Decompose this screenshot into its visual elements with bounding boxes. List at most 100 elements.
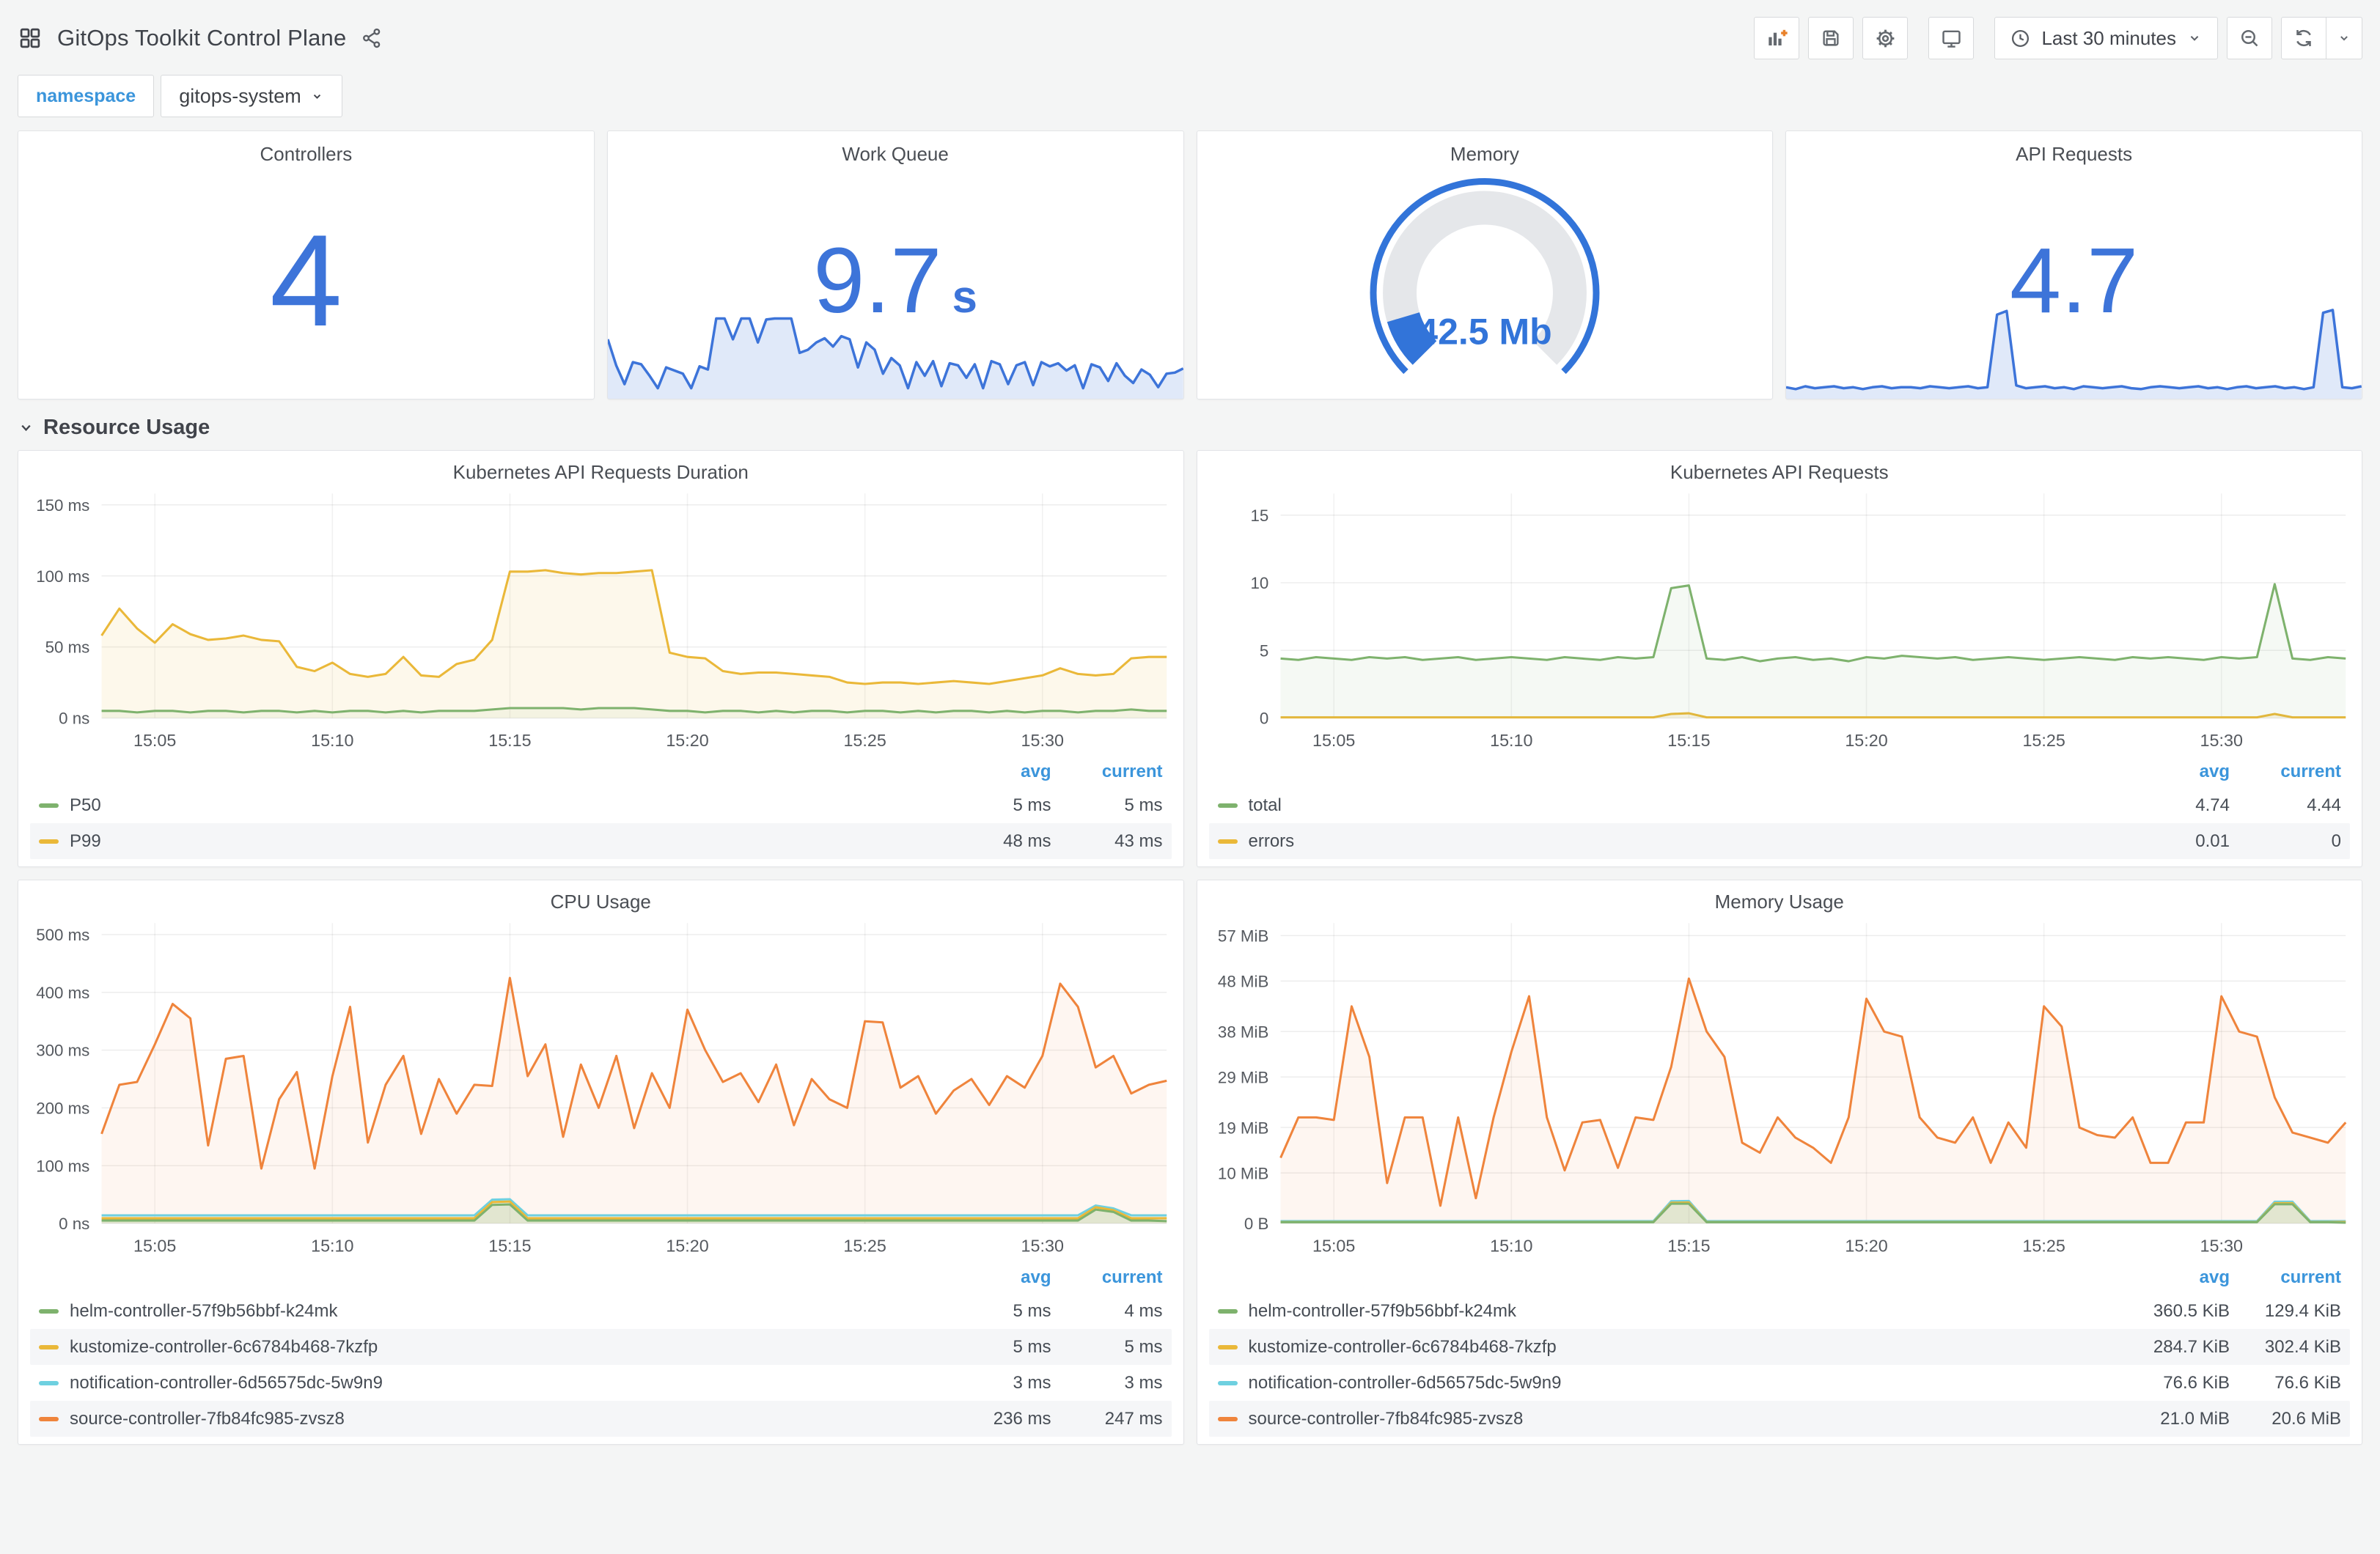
- series-color-swatch: [1217, 1308, 1238, 1314]
- panel-title[interactable]: Memory: [1197, 131, 1773, 165]
- series-name[interactable]: P99: [70, 831, 940, 852]
- panel-title[interactable]: CPU Usage: [18, 880, 1183, 913]
- cycle-view-mode-button[interactable]: [1928, 17, 1975, 59]
- series-name[interactable]: notification-controller-6d56575dc-5w9n9: [1249, 1373, 2119, 1393]
- legend-sort-avg[interactable]: avg: [2118, 762, 2230, 782]
- svg-text:38 MiB: 38 MiB: [1217, 1023, 1268, 1042]
- legend-sort-avg[interactable]: avg: [2118, 1267, 2230, 1288]
- svg-text:15:20: 15:20: [666, 731, 708, 750]
- svg-text:15:20: 15:20: [666, 1237, 708, 1256]
- series-avg: 21.0 MiB: [2160, 1408, 2230, 1429]
- panel-memory-usage: Memory Usage 15:05 15:10 15:15 15:20 15:25 15…: [1196, 880, 2362, 1446]
- legend-header: avg current: [30, 1262, 1172, 1293]
- controllers-value: 4: [269, 207, 342, 354]
- add-panel-button[interactable]: [1754, 17, 1800, 59]
- series-name[interactable]: notification-controller-6d56575dc-5w9n9: [70, 1373, 940, 1393]
- series-name[interactable]: errors: [1249, 831, 2119, 852]
- panel-api-requests: API Requests 4.7: [1785, 130, 2362, 399]
- series-name[interactable]: helm-controller-57f9b56bbf-k24mk: [70, 1301, 940, 1322]
- legend-row: errors 0.01 0: [1208, 823, 2350, 860]
- series-color-swatch: [39, 1380, 59, 1385]
- series-name[interactable]: kustomize-controller-6c6784b468-7kzfp: [70, 1337, 940, 1358]
- panel-title[interactable]: API Requests: [1786, 131, 2362, 165]
- series-current: 20.6 MiB: [2271, 1408, 2341, 1429]
- svg-text:15:15: 15:15: [1667, 731, 1710, 750]
- legend-row: helm-controller-57f9b56bbf-k24mk 360.5 Ki…: [1209, 1293, 2351, 1329]
- apps-icon[interactable]: [18, 26, 43, 51]
- legend-header: avg current: [30, 756, 1172, 787]
- panel-cpu-usage: CPU Usage 15:05 15:10 15:15 15:20 15:25 15:30…: [18, 880, 1184, 1446]
- panel-title[interactable]: Work Queue: [608, 131, 1183, 165]
- series-name[interactable]: kustomize-controller-6c6784b468-7kzfp: [1249, 1337, 2119, 1358]
- chart-canvas[interactable]: 15:05 15:10 15:15 15:20 15:25 15:30 0 ns 100 ms…: [21, 913, 1180, 1262]
- legend-sort-current[interactable]: current: [2230, 762, 2341, 782]
- panel-title[interactable]: Memory Usage: [1197, 880, 2362, 913]
- chart-canvas[interactable]: 15:05 15:10 15:15 15:20 15:25 15:30 0 B 10 MiB 1…: [1200, 913, 2359, 1262]
- chart-canvas[interactable]: 15:05 15:10 15:15 15:20 15:25 15:30 0 ns 50 ms 1…: [21, 483, 1180, 756]
- zoom-out-button[interactable]: [2227, 17, 2272, 59]
- panel-controllers: Controllers 4: [18, 130, 595, 399]
- svg-text:15:30: 15:30: [1021, 1237, 1064, 1256]
- svg-text:15:05: 15:05: [133, 731, 176, 750]
- refresh-button[interactable]: [2281, 17, 2326, 59]
- variable-row: namespace gitops-system: [18, 75, 2362, 117]
- monitor-icon: [1942, 30, 1961, 48]
- svg-text:5: 5: [1259, 641, 1268, 660]
- series-current: 4 ms: [1124, 1300, 1163, 1321]
- panel-title[interactable]: Kubernetes API Requests Duration: [18, 451, 1183, 483]
- svg-text:0: 0: [1259, 710, 1268, 728]
- legend-sort-current[interactable]: current: [2230, 1267, 2341, 1288]
- svg-text:400 ms: 400 ms: [36, 984, 89, 1002]
- refresh-interval-button[interactable]: [2326, 17, 2362, 59]
- save-dashboard-button[interactable]: [1808, 17, 1854, 59]
- share-alt-icon[interactable]: [361, 27, 383, 49]
- series-name[interactable]: total: [1249, 795, 2119, 816]
- panel-k8s-api-requests: Kubernetes API Requests 15:05 15:10 15:15 1…: [1196, 450, 2362, 868]
- series-color-swatch: [39, 839, 59, 844]
- section-resource-usage[interactable]: Resource Usage: [18, 416, 2362, 440]
- legend-header: avg current: [1209, 1262, 2351, 1293]
- dashboard-header: GitOps Toolkit Control Plane Last 30 min…: [18, 7, 2362, 69]
- series-avg: 236 ms: [993, 1408, 1051, 1429]
- panel-title[interactable]: Kubernetes API Requests: [1197, 451, 2362, 483]
- panel-work-queue: Work Queue 9.7 s: [606, 130, 1184, 399]
- svg-text:57 MiB: 57 MiB: [1217, 927, 1268, 946]
- time-range-picker[interactable]: Last 30 minutes: [1994, 17, 2218, 59]
- svg-text:15:25: 15:25: [2022, 1237, 2065, 1256]
- legend-row: notification-controller-6d56575dc-5w9n9 7…: [1209, 1365, 2351, 1401]
- time-range-label: Last 30 minutes: [2041, 26, 2176, 49]
- gauge-value: 42.5 Mb: [1417, 312, 1551, 353]
- legend-sort-current[interactable]: current: [1051, 762, 1163, 782]
- legend-row: notification-controller-6d56575dc-5w9n9 3…: [30, 1365, 1172, 1401]
- variable-value-dropdown[interactable]: gitops-system: [161, 75, 342, 117]
- series-current: 3 ms: [1124, 1372, 1163, 1393]
- chart-canvas[interactable]: 15:05 15:10 15:15 15:20 15:25 15:30 0 5 10 15: [1200, 483, 2359, 756]
- legend-sort-current[interactable]: current: [1051, 1267, 1163, 1288]
- dashboard-settings-button[interactable]: [1862, 17, 1909, 59]
- svg-text:15:15: 15:15: [488, 731, 531, 750]
- series-color-swatch: [39, 1344, 59, 1349]
- series-name[interactable]: helm-controller-57f9b56bbf-k24mk: [1249, 1301, 2119, 1322]
- dashboard-title[interactable]: GitOps Toolkit Control Plane: [57, 25, 346, 51]
- chevron-down-icon: [21, 424, 31, 432]
- legend-sort-avg[interactable]: avg: [940, 762, 1051, 782]
- gear-icon: [1876, 29, 1895, 47]
- series-avg: 48 ms: [1003, 831, 1051, 851]
- svg-text:15:25: 15:25: [843, 731, 886, 750]
- panel-title[interactable]: Controllers: [18, 131, 594, 165]
- svg-text:15:20: 15:20: [1845, 731, 1887, 750]
- svg-text:100 ms: 100 ms: [36, 1157, 89, 1176]
- work-queue-value: 9.7 s: [813, 229, 977, 333]
- series-color-swatch: [1217, 1380, 1238, 1385]
- legend-row: kustomize-controller-6c6784b468-7kzfp 5 m…: [30, 1329, 1172, 1366]
- series-name[interactable]: P50: [70, 795, 940, 816]
- series-avg: 5 ms: [1013, 1300, 1051, 1321]
- panel-k8s-api-requests-duration: Kubernetes API Requests Duration 15:05 15…: [18, 450, 1184, 868]
- svg-text:0 B: 0 B: [1244, 1215, 1268, 1233]
- clock-icon: [2012, 29, 2030, 47]
- series-name[interactable]: source-controller-7fb84fc985-zvsz8: [70, 1409, 940, 1429]
- series-avg: 4.74: [2195, 795, 2230, 815]
- series-name[interactable]: source-controller-7fb84fc985-zvsz8: [1249, 1409, 2119, 1429]
- legend-row: P99 48 ms 43 ms: [30, 823, 1172, 860]
- legend-sort-avg[interactable]: avg: [940, 1267, 1051, 1288]
